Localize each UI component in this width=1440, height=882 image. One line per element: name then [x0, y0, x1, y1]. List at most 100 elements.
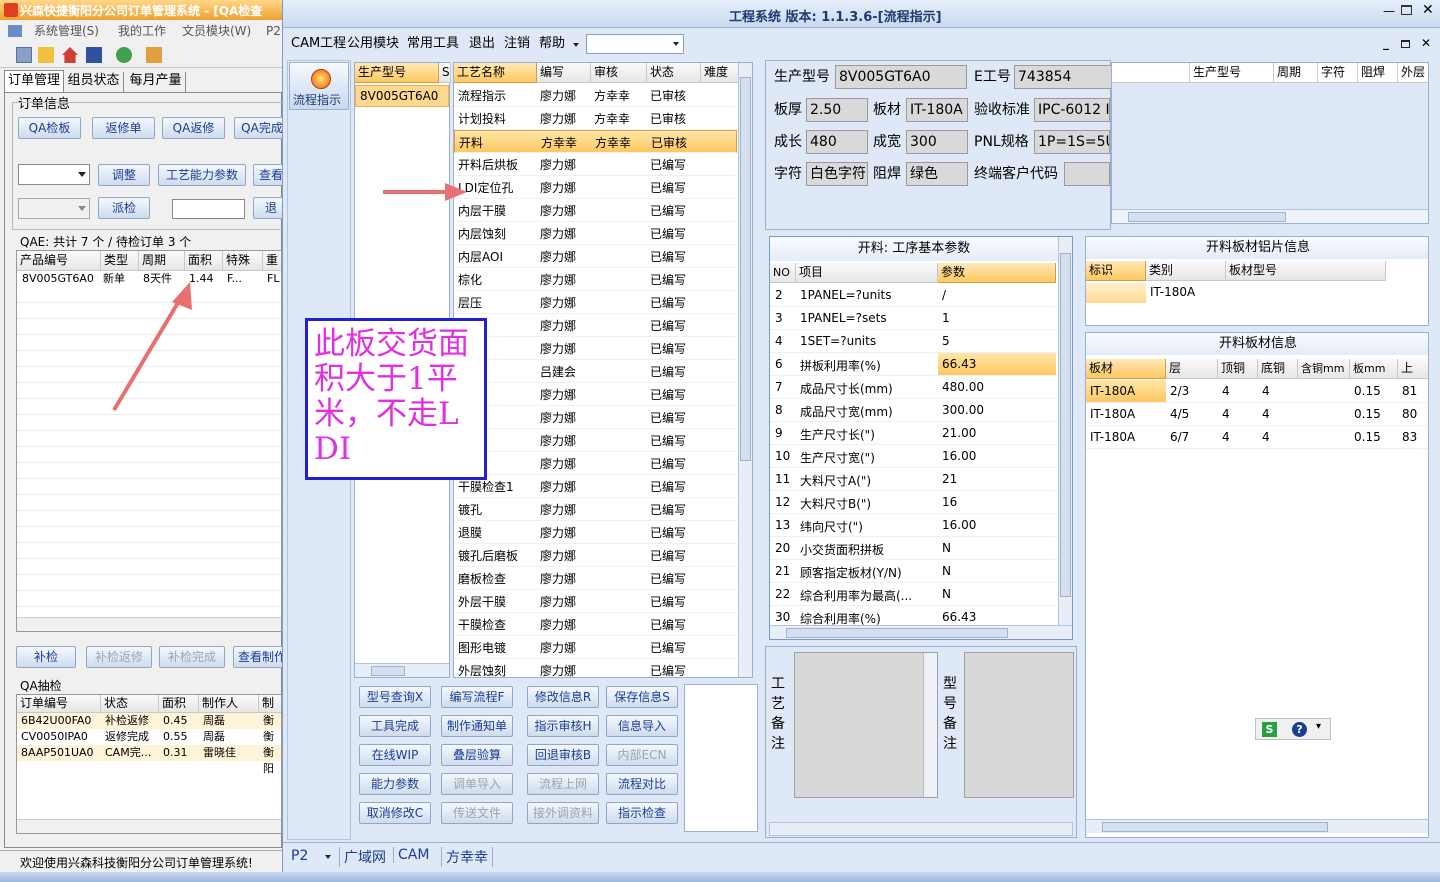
mask-value[interactable]: 绿色 [906, 162, 968, 186]
menu-combo[interactable] [586, 34, 684, 54]
list-item[interactable]: LDI定位孔 廖力娜 已编写 [454, 176, 737, 199]
action-button[interactable]: 指示检查 [606, 802, 678, 824]
table-row[interactable]: 22 综合利用率为最高(... N [770, 583, 1058, 606]
status-p2[interactable]: P2 [291, 848, 308, 864]
th-product-no[interactable]: 产品编号 [17, 251, 101, 271]
action-button[interactable]: 取消修改C [359, 802, 431, 824]
scroll-thumb[interactable] [786, 628, 1008, 638]
action-button[interactable]: 指示审核H [527, 715, 599, 737]
menu-common-tools[interactable]: 常用工具 [407, 36, 459, 52]
prod-value[interactable]: 8V005GT6A0 [835, 65, 967, 89]
action-button[interactable]: 信息导入 [606, 715, 678, 737]
table-row[interactable]: 8AAP501UA0 CAM完... 0.31 雷晓佳 衡阳 [17, 745, 281, 775]
th-param[interactable]: 参数 [938, 263, 1056, 283]
th-outer[interactable]: 外层 [1398, 63, 1428, 83]
table-row[interactable]: 12 大料尺寸B(") 16 [770, 491, 1058, 514]
th-item[interactable]: 项目 [796, 263, 938, 283]
char-value[interactable]: 白色字符 [806, 162, 868, 186]
list-item[interactable]: 干膜检查 廖力娜 已编写 [454, 613, 737, 636]
table-row[interactable]: 21 顾客指定板材(Y/N) N [770, 560, 1058, 583]
th-area2[interactable]: 面积 [159, 695, 199, 713]
action-button[interactable]: 型号查询X [359, 686, 431, 708]
scroll-thumb[interactable] [371, 666, 405, 676]
save-icon[interactable] [86, 47, 102, 63]
th-weight[interactable]: 重 [263, 251, 281, 271]
process-remark-box[interactable] [794, 652, 938, 798]
list-item[interactable]: 内层蚀刻 廖力娜 已编写 [454, 222, 737, 245]
th-mask[interactable]: 阻焊 [1358, 63, 1398, 83]
list-item[interactable]: 廖力娜 已编写 [454, 337, 737, 360]
th-board-model[interactable]: 板材型号 [1226, 261, 1386, 281]
h-scrollbar[interactable] [1112, 209, 1428, 223]
recheck-rework-button[interactable]: 补检返修 [86, 646, 152, 668]
list-item[interactable]: 廖力娜 已编写 [454, 406, 737, 429]
th-make[interactable]: 制 [259, 695, 281, 713]
tab-monthly-output[interactable]: 每月产量 [126, 72, 186, 92]
rework-order-button[interactable]: 返修单 [92, 117, 155, 139]
action-button[interactable]: 工具完成 [359, 715, 431, 737]
scroll-thumb[interactable] [740, 77, 751, 461]
adjust-button[interactable]: 调整 [98, 164, 150, 186]
th-top-cu[interactable]: 顶铜 [1218, 359, 1258, 379]
table-row[interactable]: 6 拼板利用率(%) 66.43 [770, 353, 1058, 376]
th-layer[interactable]: 层 [1166, 359, 1218, 379]
list-item[interactable]: 8V005GT6A0 [355, 85, 449, 107]
scroll-thumb[interactable] [1128, 212, 1286, 222]
list-item[interactable]: 内层AOI 廖力娜 已编写 [454, 245, 737, 268]
action-button[interactable]: 编写流程F [441, 686, 513, 708]
th-dot[interactable] [1112, 63, 1190, 83]
v-scrollbar[interactable] [738, 63, 752, 677]
table-row[interactable]: IT-180A 6/7 4 4 0.15 83 [1086, 426, 1428, 449]
table-row[interactable]: 8 成品尺寸宽(mm) 300.00 [770, 399, 1058, 422]
list-item[interactable]: 计划投料 廖力娜 方幸幸 已审核 [454, 107, 737, 130]
left-combo-2[interactable] [18, 198, 90, 219]
th-char[interactable]: 字符 [1318, 63, 1358, 83]
table-row[interactable]: 10 生产尺寸宽(") 16.00 [770, 445, 1058, 468]
table-row[interactable]: 11 大料尺寸A(") 21 [770, 468, 1058, 491]
action-button[interactable]: 保存信息S [606, 686, 678, 708]
list-item[interactable]: 干膜检查1 廖力娜 已编写 [454, 475, 737, 498]
folder-icon[interactable] [38, 47, 54, 63]
left-menu-clerk[interactable]: 文员模块(W) [182, 23, 251, 39]
action-button[interactable]: 能力参数 [359, 773, 431, 795]
th-mark[interactable]: 标识 [1086, 261, 1146, 281]
action-button[interactable]: 流程对比 [606, 773, 678, 795]
qa-inspect-button[interactable]: QA检板 [18, 117, 81, 139]
left-text-input[interactable] [172, 199, 245, 219]
th-product-model[interactable]: 生产型号 [355, 63, 439, 83]
th-process-name[interactable]: 工艺名称 [454, 63, 537, 83]
action-button[interactable]: 叠层验算 [441, 744, 513, 766]
flow-indicator-nav[interactable]: 流程指示 [289, 62, 349, 110]
qa-rework-button[interactable]: QA返修 [162, 117, 225, 139]
th-board[interactable]: 板材 [1086, 359, 1166, 379]
tab-member-status[interactable]: 组员状态 [64, 72, 124, 92]
h-scrollbar[interactable] [355, 663, 449, 677]
list-item[interactable]: 外层干膜 廖力娜 已编写 [454, 590, 737, 613]
list-item[interactable]: 开料 方幸幸 方幸幸 已审核 [454, 130, 737, 153]
list-item[interactable]: 镀孔后磨板 廖力娜 已编写 [454, 544, 737, 567]
minimize-icon[interactable]: — [1383, 4, 1395, 18]
list-item[interactable]: 内层干膜 廖力娜 已编写 [454, 199, 737, 222]
tab-order-management[interactable]: 订单管理 [4, 70, 64, 92]
ime-s-icon[interactable]: S [1262, 722, 1277, 737]
table-row[interactable]: CV0050IPA0 返修完成 0.55 周磊 衡阳 [17, 729, 281, 759]
h-scrollbar[interactable] [769, 822, 1073, 836]
left-menu-system[interactable]: 系统管理(S) [34, 23, 99, 39]
th-difficulty[interactable]: 难度 [701, 63, 739, 83]
action-button[interactable]: 修改信息R [527, 686, 599, 708]
wid-value[interactable]: 300 [906, 130, 968, 154]
th-cycle[interactable]: 周期 [139, 251, 185, 271]
recheck-button[interactable]: 补检 [16, 646, 76, 668]
action-button[interactable]: 接外调资料 [527, 802, 599, 824]
th-cu-mm[interactable]: 含铜mm [1298, 359, 1350, 379]
action-button[interactable]: 传送文件 [441, 802, 513, 824]
th-writer[interactable]: 编写 [537, 63, 591, 83]
action-button[interactable]: 流程上网 [527, 773, 599, 795]
th-prod-model[interactable]: 生产型号 [1190, 63, 1274, 83]
scroll-thumb[interactable] [1102, 822, 1328, 832]
th-up[interactable]: 上 [1398, 359, 1428, 379]
left-combo-1[interactable] [18, 164, 90, 185]
table-row[interactable]: 13 纬向尺寸(") 16.00 [770, 514, 1058, 537]
list-item[interactable]: 层压 廖力娜 已编写 [454, 291, 737, 314]
menu-exit[interactable]: 退出 [469, 36, 495, 52]
